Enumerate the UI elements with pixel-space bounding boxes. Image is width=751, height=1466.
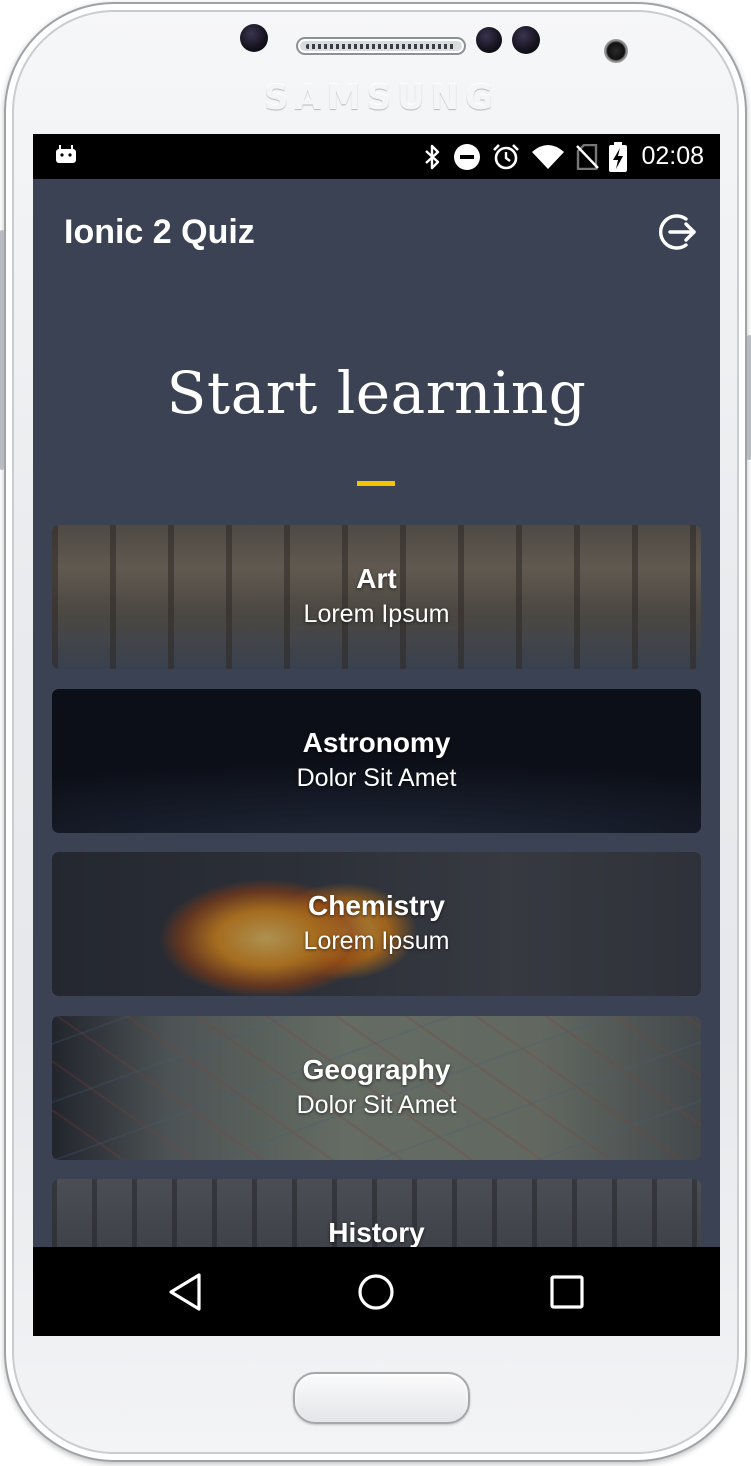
hardware-home-button[interactable] [293,1372,470,1424]
earpiece-speaker [296,37,466,55]
app-title: Ionic 2 Quiz [64,213,255,251]
app-toolbar: Ionic 2 Quiz [33,179,720,279]
category-subtitle: Lorem Ipsum [303,927,450,955]
category-title: Art [356,563,397,594]
category-title: Astronomy [302,727,451,758]
alarm-icon [493,143,520,169]
back-icon[interactable] [163,1269,209,1315]
wifi-icon [532,144,565,169]
front-camera [512,26,540,54]
category-subtitle: Dolor Sit Amet [296,764,457,792]
power-button[interactable] [747,335,751,460]
volume-button[interactable] [0,230,4,470]
category-title: History [328,1217,425,1248]
category-subtitle: Dolor Sit Amet [296,1091,457,1119]
hero-title: Start learning [166,359,587,427]
category-card-art[interactable]: Art Lorem Ipsum [52,525,701,669]
home-icon[interactable] [353,1269,399,1315]
category-subtitle: Lorem Ipsum [303,600,450,628]
category-card-astronomy[interactable]: Astronomy Dolor Sit Amet [52,689,701,833]
navigation-bar [33,1247,720,1336]
notification-led [604,39,628,63]
light-sensor [476,27,502,53]
android-notification-icon [56,145,76,163]
device-brand-logo: SAMSUNG [263,78,500,118]
status-time: 02:08 [641,142,704,170]
category-card-chemistry[interactable]: Chemistry Lorem Ipsum [52,852,701,996]
category-title: Geography [302,1054,451,1085]
category-card-geography[interactable]: Geography Dolor Sit Amet [52,1016,701,1160]
hero-accent-underline [357,481,395,486]
proximity-sensor [240,24,268,52]
bluetooth-icon [425,144,440,169]
category-title: Chemistry [308,890,445,921]
status-bar: 02:08 [33,134,720,179]
no-sim-icon [576,143,600,170]
logout-icon[interactable] [653,209,699,255]
recents-icon[interactable] [544,1269,590,1315]
do-not-disturb-icon [454,143,481,170]
battery-charging-icon [609,141,628,172]
screen: 02:08 Ionic 2 Quiz Start learning Art Lo… [33,134,720,1336]
